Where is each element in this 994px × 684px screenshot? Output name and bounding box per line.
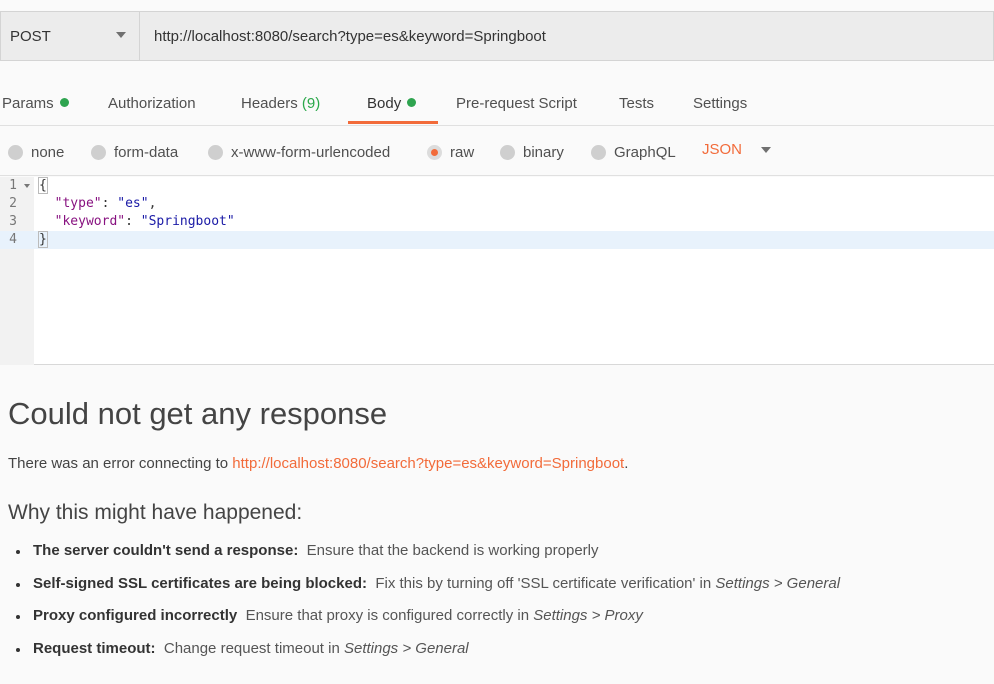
why-heading: Why this might have happened: — [8, 501, 303, 524]
radio-binary[interactable]: binary — [500, 142, 564, 162]
code-text: } — [38, 231, 48, 249]
request-url-bar: POST http://localhost:8080/search?type=e… — [0, 11, 994, 61]
code-text: "keyword": "Springboot" — [54, 214, 235, 229]
radio-label: none — [31, 143, 65, 161]
tab-headers[interactable]: Headers (9) — [241, 82, 320, 126]
headers-count: (9) — [301, 95, 321, 112]
response-error-message: There was an error connecting to http://… — [8, 455, 628, 472]
message-prefix: There was an error connecting to — [8, 455, 233, 472]
code-line-current: 4 } — [0, 231, 994, 249]
radio-label: form-data — [114, 143, 179, 161]
body-code-editor[interactable]: 1 { 2 "type": "es", 3 "keyword": "Spring… — [0, 177, 994, 365]
json-key: "type" — [54, 196, 102, 211]
chevron-down-icon — [116, 32, 126, 38]
list-item: The server couldn't send a response: Ens… — [14, 542, 840, 575]
tab-pre-request-script[interactable]: Pre-request Script — [456, 82, 577, 126]
reason-text: Change request timeout in — [163, 639, 344, 657]
reason-title: Proxy configured incorrectly — [33, 607, 238, 624]
error-url-link[interactable]: http://localhost:8080/search?type=es&key… — [232, 455, 624, 472]
radio-none[interactable]: none — [8, 142, 64, 162]
radio-icon — [8, 144, 23, 160]
json-key: "keyword" — [54, 214, 126, 229]
tab-params[interactable]: Params — [2, 82, 69, 126]
tab-label: Authorization — [108, 95, 196, 112]
tab-label: Pre-request Script — [456, 95, 577, 112]
response-error-title: Could not get any response — [8, 396, 388, 431]
reason-title: Request timeout: — [33, 639, 156, 657]
chevron-down-icon — [761, 146, 772, 153]
tab-label: Body — [367, 95, 402, 112]
tab-settings[interactable]: Settings — [693, 82, 747, 126]
radio-label: x-www-form-urlencoded — [231, 143, 391, 161]
radio-icon — [208, 144, 223, 160]
settings-path: Settings > General — [715, 574, 841, 592]
active-tab-indicator — [348, 121, 438, 124]
code-line: 2 "type": "es", — [0, 195, 994, 213]
url-input[interactable]: http://localhost:8080/search?type=es&key… — [139, 11, 994, 61]
http-method-label: POST — [10, 27, 51, 45]
reason-title: The server couldn't send a response: — [33, 542, 299, 559]
reason-text: Ensure that proxy is configured correctl… — [245, 607, 534, 624]
settings-path: Settings > Proxy — [533, 607, 643, 624]
reason-text: Fix this by turning off 'SSL certificate… — [375, 574, 716, 592]
http-method-select[interactable]: POST — [0, 11, 139, 61]
radio-icon — [91, 144, 106, 160]
list-item: Proxy configured incorrectly Ensure that… — [14, 607, 840, 640]
line-number: 1 — [9, 178, 17, 193]
reasons-list: The server couldn't send a response: Ens… — [14, 542, 840, 672]
radio-label: GraphQL — [614, 143, 676, 161]
reason-title: Self-signed SSL certificates are being b… — [33, 574, 367, 592]
radio-label: binary — [523, 143, 564, 161]
code-token: } — [38, 231, 48, 248]
request-tabs: Params Authorization Headers (9) Body Pr… — [0, 82, 994, 126]
tab-label: Headers — [241, 95, 298, 112]
json-string: "Springboot" — [140, 214, 235, 229]
line-number: 2 — [9, 196, 17, 211]
line-number: 4 — [9, 232, 17, 247]
code-text: { — [38, 177, 48, 195]
radio-label: raw — [450, 143, 475, 161]
url-text: http://localhost:8080/search?type=es&key… — [154, 27, 546, 45]
tab-label: Params — [2, 95, 54, 112]
settings-path: Settings > General — [343, 639, 469, 657]
radio-raw[interactable]: raw — [427, 142, 474, 162]
list-item: Self-signed SSL certificates are being b… — [14, 575, 840, 608]
json-string: "es" — [117, 196, 149, 211]
message-suffix: . — [624, 455, 629, 472]
body-format-label: JSON — [702, 141, 743, 158]
tab-label: Settings — [693, 95, 748, 112]
radio-icon — [500, 144, 515, 160]
code-line: 3 "keyword": "Springboot" — [0, 213, 994, 231]
code-text: "type": "es", — [54, 196, 157, 211]
code-token: { — [38, 177, 48, 194]
status-dot-icon — [59, 98, 69, 107]
tab-label: Tests — [619, 95, 655, 112]
radio-selected-icon — [427, 144, 442, 160]
reason-text: Ensure that the backend is working prope… — [306, 542, 599, 559]
radio-icon — [591, 144, 606, 160]
code-line: 1 { — [0, 177, 994, 195]
body-type-options: none form-data x-www-form-urlencoded raw… — [0, 128, 994, 176]
fold-arrow-icon[interactable] — [24, 184, 30, 188]
tab-authorization[interactable]: Authorization — [108, 82, 196, 126]
tab-tests[interactable]: Tests — [619, 82, 654, 126]
line-number: 3 — [9, 214, 17, 229]
body-format-dropdown[interactable]: JSON — [702, 141, 772, 158]
tab-body[interactable]: Body — [367, 82, 417, 126]
radio-graphql[interactable]: GraphQL — [591, 142, 676, 162]
status-dot-icon — [407, 98, 417, 107]
radio-x-www-form-urlencoded[interactable]: x-www-form-urlencoded — [208, 142, 390, 162]
radio-form-data[interactable]: form-data — [91, 142, 178, 162]
list-item: Request timeout: Change request timeout … — [14, 640, 840, 673]
